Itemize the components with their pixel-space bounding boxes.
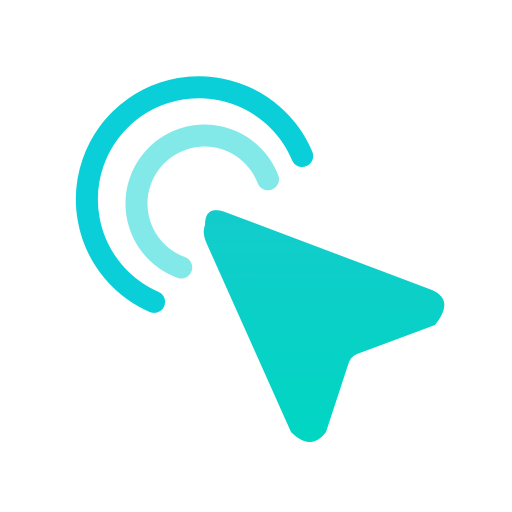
icon-canvas [0,0,512,512]
cursor-click-icon [75,76,445,442]
cursor-arrow-icon [203,210,445,442]
